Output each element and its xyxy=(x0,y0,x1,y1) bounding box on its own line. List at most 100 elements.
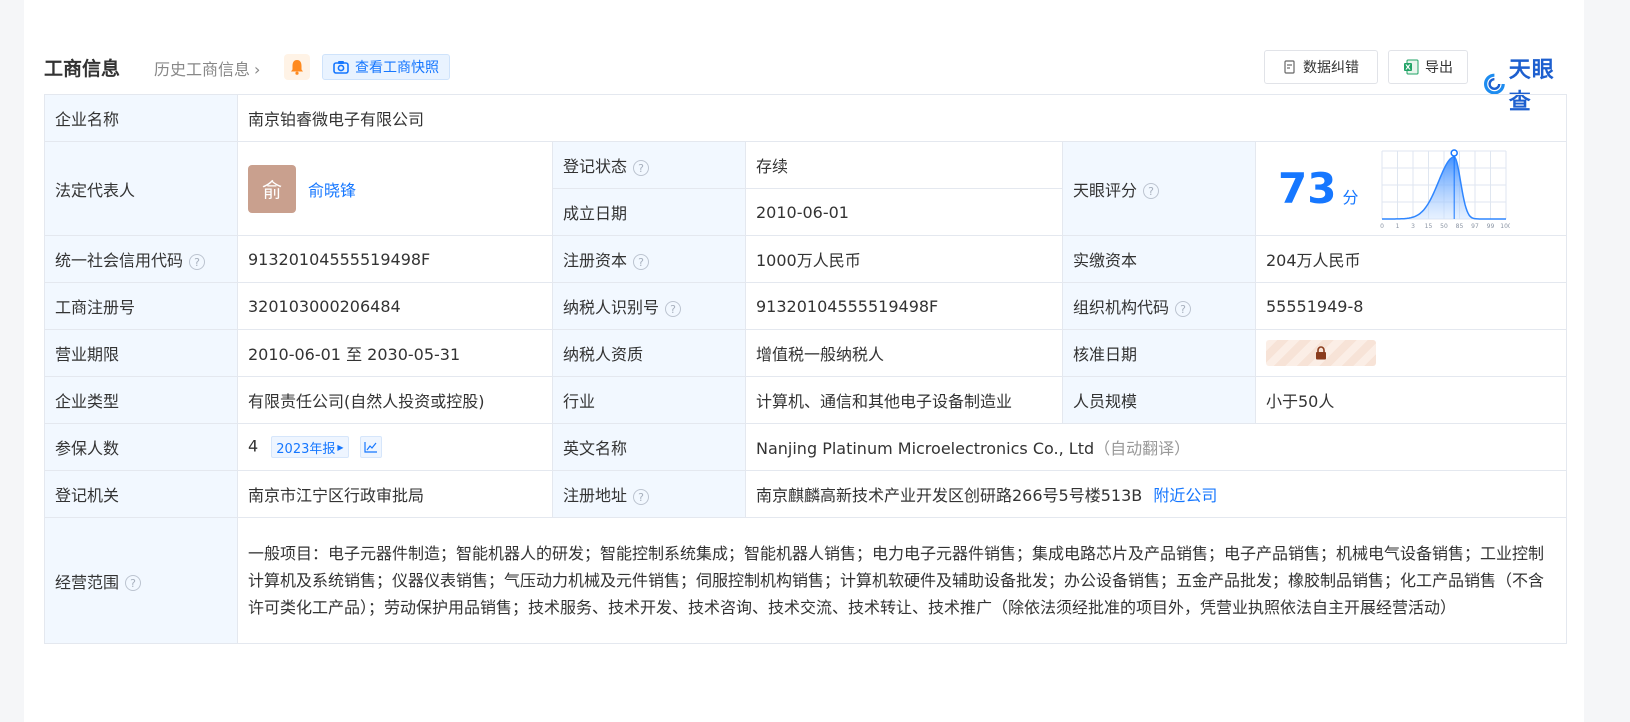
reg-authority-value: 南京市江宁区行政审批局 xyxy=(237,470,553,518)
export-label: 导出 xyxy=(1425,60,1453,76)
help-icon[interactable]: ? xyxy=(633,253,650,270)
reg-address-value: 南京麒麟高新技术产业开发区创研路266号5号楼513B xyxy=(756,486,1143,505)
help-icon[interactable]: ? xyxy=(633,159,650,176)
english-name-label: 英文名称 xyxy=(552,423,746,471)
section-header: 工商信息 历史工商信息 › 查看工商快照 数据纠错 X 导出 天眼查 xyxy=(44,50,1564,115)
monitor-bell-button[interactable] xyxy=(284,54,310,80)
score-distribution-chart: 0 1 3 15 50 85 97 99 100 xyxy=(1381,148,1511,230)
table-row: 统一社会信用代码? 91320104555519498F 注册资本? 1000万… xyxy=(44,235,1568,283)
tick-label: 85 xyxy=(1456,223,1464,230)
table-row: 企业类型 有限责任公司(自然人投资或控股) 行业 计算机、通信和其他电子设备制造… xyxy=(44,376,1568,424)
trend-chart-button[interactable] xyxy=(359,436,382,458)
tick-label: 15 xyxy=(1425,223,1433,230)
taxpayer-qual-label: 纳税人资质 xyxy=(552,329,746,377)
chevron-right-icon: › xyxy=(254,60,261,79)
bell-icon xyxy=(291,60,303,75)
taxpayer-qual-value: 增值税一般纳税人 xyxy=(745,329,1063,377)
established-label: 成立日期 xyxy=(552,188,746,236)
table-row: 登记机关 南京市江宁区行政审批局 注册地址? 南京麒麟高新技术产业开发区创研路2… xyxy=(44,470,1568,518)
biz-term-value: 2010-06-01 至 2030-05-31 xyxy=(237,329,553,377)
history-info-label: 历史工商信息 xyxy=(154,60,251,79)
taxpayer-id-label: 纳税人识别号? xyxy=(552,282,746,330)
biz-scope-label: 经营范围? xyxy=(44,517,238,644)
export-button[interactable]: X 导出 xyxy=(1388,50,1468,84)
svg-text:X: X xyxy=(1405,64,1411,72)
established-value: 2010-06-01 xyxy=(745,188,1063,236)
tick-label: 0 xyxy=(1381,223,1385,230)
line-chart-icon xyxy=(364,442,377,453)
legal-rep-cell: 俞 俞晓锋 xyxy=(237,141,553,236)
legal-rep-link[interactable]: 俞晓锋 xyxy=(308,177,356,201)
help-icon[interactable]: ? xyxy=(665,300,682,317)
history-info-link[interactable]: 历史工商信息 › xyxy=(154,56,260,80)
caret-right-icon: ▶ xyxy=(337,442,344,452)
insured-label: 参保人数 xyxy=(44,423,238,471)
tick-label: 3 xyxy=(1412,223,1416,230)
section-title: 工商信息 xyxy=(44,58,121,80)
annual-report-chip[interactable]: 2023年报 ▶ xyxy=(271,436,349,458)
reg-status-label: 登记状态? xyxy=(552,141,746,189)
reg-address-label: 注册地址? xyxy=(552,470,746,518)
table-row: 经营范围? 一般项目：电子元器件制造；智能机器人的研发；智能控制系统集成；智能机… xyxy=(44,517,1568,644)
english-name-cell: Nanjing Platinum Microelectronics Co., L… xyxy=(744,423,1568,471)
org-code-label: 组织机构代码? xyxy=(1062,282,1256,330)
reg-capital-value: 1000万人民币 xyxy=(745,235,1063,283)
tianyan-score-cell[interactable]: 73 分 0 1 3 15 50 85 97 99 100 xyxy=(1254,141,1568,236)
vip-locked-value[interactable] xyxy=(1266,340,1376,366)
company-name-value: 南京铂睿微电子有限公司 xyxy=(236,94,1568,142)
company-name-label: 企业名称 xyxy=(44,94,238,142)
help-icon[interactable]: ? xyxy=(1175,300,1192,317)
company-type-label: 企业类型 xyxy=(44,376,238,424)
industry-value: 计算机、通信和其他电子设备制造业 xyxy=(745,376,1063,424)
view-snapshot-button[interactable]: 查看工商快照 xyxy=(322,54,450,80)
credit-code-value: 91320104555519498F xyxy=(237,235,553,283)
score-value: 73 xyxy=(1278,164,1337,213)
biz-scope-value: 一般项目：电子元器件制造；智能机器人的研发；智能控制系统集成；智能机器人销售；电… xyxy=(236,517,1568,644)
tick-label: 99 xyxy=(1487,223,1495,230)
tick-label: 1 xyxy=(1396,223,1400,230)
data-correction-label: 数据纠错 xyxy=(1303,60,1359,76)
paid-capital-label: 实缴资本 xyxy=(1062,235,1256,283)
table-row: 营业期限 2010-06-01 至 2030-05-31 纳税人资质 增值税一般… xyxy=(44,329,1568,377)
tick-label: 100 xyxy=(1501,223,1511,230)
paid-capital-value: 204万人民币 xyxy=(1254,235,1568,283)
legal-rep-avatar[interactable]: 俞 xyxy=(248,164,296,213)
english-name-value: Nanjing Platinum Microelectronics Co., L… xyxy=(756,439,1095,458)
business-info-card: 工商信息 历史工商信息 › 查看工商快照 数据纠错 X 导出 天眼查 企业名称 … xyxy=(24,0,1584,722)
approval-date-label: 核准日期 xyxy=(1062,329,1256,377)
company-type-value: 有限责任公司(自然人投资或控股) xyxy=(237,376,553,424)
help-icon[interactable]: ? xyxy=(1143,183,1160,199)
help-icon[interactable]: ? xyxy=(189,253,206,270)
table-row: 法定代表人 俞 俞晓锋 登记状态? 存续 天眼评分? 73 分 0 1 3 15… xyxy=(44,141,1568,236)
biz-reg-no-value: 320103000206484 xyxy=(237,282,553,330)
data-correction-button[interactable]: 数据纠错 xyxy=(1264,50,1378,84)
industry-label: 行业 xyxy=(552,376,746,424)
reg-status-value: 存续 xyxy=(745,141,1063,189)
table-row: 工商注册号 320103000206484 纳税人识别号? 9132010455… xyxy=(44,282,1568,330)
insured-value: 4 xyxy=(248,436,259,456)
staff-size-label: 人员规模 xyxy=(1062,376,1256,424)
nearby-companies-link[interactable]: 附近公司 xyxy=(1153,486,1217,505)
excel-icon: X xyxy=(1404,59,1419,75)
staff-size-value: 小于50人 xyxy=(1254,376,1568,424)
org-code-value: 55551949-8 xyxy=(1254,282,1568,330)
insured-cell: 4 2023年报 ▶ xyxy=(237,423,553,471)
tick-label: 50 xyxy=(1441,223,1449,230)
reg-authority-label: 登记机关 xyxy=(44,470,238,518)
table-row: 参保人数 4 2023年报 ▶ 英文名称 Nanjing Platinum Mic… xyxy=(44,423,1568,471)
score-unit: 分 xyxy=(1342,187,1359,207)
auto-translate-note: （自动翻译） xyxy=(1094,439,1191,458)
view-snapshot-label: 查看工商快照 xyxy=(355,60,439,76)
taxpayer-id-value: 91320104555519498F xyxy=(745,282,1063,330)
reg-address-cell: 南京麒麟高新技术产业开发区创研路266号5号楼513B 附近公司 xyxy=(744,470,1568,518)
help-icon[interactable]: ? xyxy=(633,488,650,505)
business-info-table: 企业名称 南京铂睿微电子有限公司 法定代表人 俞 俞晓锋 登记状态? 存续 天眼… xyxy=(44,94,1568,644)
tianyan-score-label: 天眼评分? xyxy=(1062,141,1256,236)
reg-capital-label: 注册资本? xyxy=(552,235,746,283)
approval-date-cell xyxy=(1254,329,1568,377)
tick-label: 97 xyxy=(1472,223,1480,230)
camera-icon xyxy=(333,61,349,74)
table-row: 企业名称 南京铂睿微电子有限公司 xyxy=(44,94,1568,142)
help-icon[interactable]: ? xyxy=(125,575,142,591)
biz-term-label: 营业期限 xyxy=(44,329,238,377)
